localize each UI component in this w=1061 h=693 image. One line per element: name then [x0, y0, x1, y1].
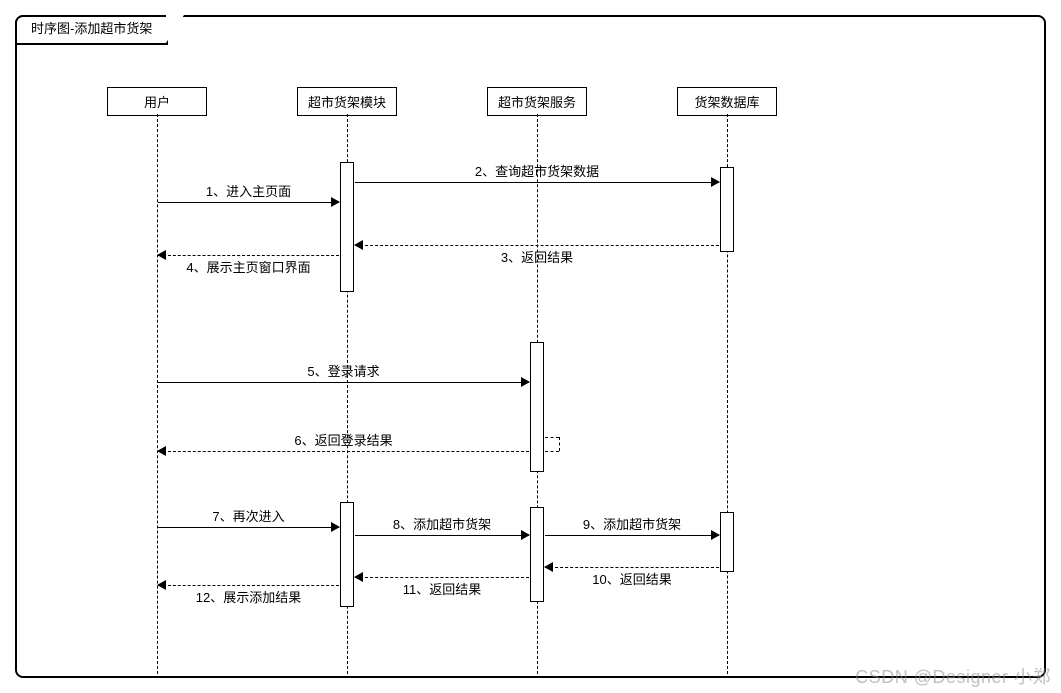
msg-8: 8、添加超市货架 — [355, 535, 529, 536]
diagram-frame: 时序图-添加超市货架 用户 超市货架模块 超市货架服务 货架数据库 1、进入主页… — [15, 15, 1046, 678]
msg-1-label: 1、进入主页面 — [158, 181, 339, 200]
msg-3: 3、返回结果 — [355, 245, 719, 246]
msg-8-label: 8、添加超市货架 — [355, 514, 529, 533]
participant-database: 货架数据库 — [677, 87, 777, 116]
activation-module-1 — [340, 162, 354, 292]
activation-module-2 — [340, 502, 354, 607]
activation-service-2 — [530, 507, 544, 602]
watermark: CSDN @Designer 小郑 — [855, 663, 1051, 689]
msg-2: 2、查询超市货架数据 — [355, 182, 719, 183]
diagram-canvas: 用户 超市货架模块 超市货架服务 货架数据库 1、进入主页面 2、查询超市货架数… — [17, 17, 1044, 676]
msg-7-label: 7、再次进入 — [158, 506, 339, 525]
msg-11-label: 11、返回结果 — [355, 579, 529, 598]
msg-12: 12、展示添加结果 — [158, 585, 339, 586]
msg-5: 5、登录请求 — [158, 382, 529, 383]
activation-database-1 — [720, 167, 734, 252]
msg-4-label: 4、展示主页窗口界面 — [158, 257, 339, 276]
participant-service: 超市货架服务 — [487, 87, 587, 116]
msg-9: 9、添加超市货架 — [545, 535, 719, 536]
msg-1: 1、进入主页面 — [158, 202, 339, 203]
msg-12-label: 12、展示添加结果 — [158, 587, 339, 606]
msg-2-label: 2、查询超市货架数据 — [355, 161, 719, 180]
msg-6: 6、返回登录结果 — [158, 451, 529, 452]
msg-9-label: 9、添加超市货架 — [545, 514, 719, 533]
msg-3-label: 3、返回结果 — [355, 247, 719, 266]
participant-module: 超市货架模块 — [297, 87, 397, 116]
activation-database-2 — [720, 512, 734, 572]
msg-7: 7、再次进入 — [158, 527, 339, 528]
participant-user: 用户 — [107, 87, 207, 116]
msg-6-label: 6、返回登录结果 — [158, 430, 529, 449]
msg-11: 11、返回结果 — [355, 577, 529, 578]
msg-10: 10、返回结果 — [545, 567, 719, 568]
msg-4: 4、展示主页窗口界面 — [158, 255, 339, 256]
msg-5-label: 5、登录请求 — [158, 361, 529, 380]
msg-10-label: 10、返回结果 — [545, 569, 719, 588]
activation-service-1 — [530, 342, 544, 472]
